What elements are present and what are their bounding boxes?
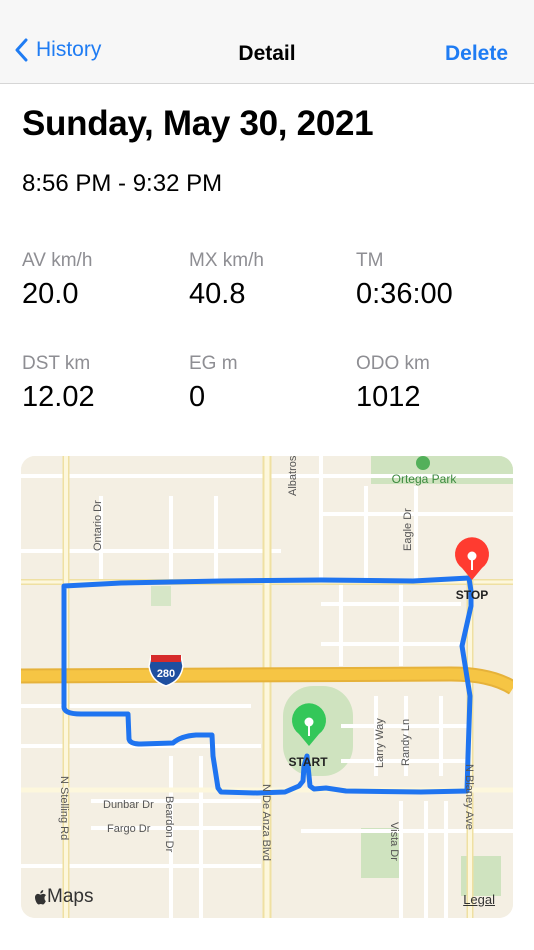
stat-label: DST km — [22, 353, 91, 374]
legal-link[interactable]: Legal — [463, 892, 495, 907]
stat-average-speed: AV km/h 20.0 — [22, 250, 182, 311]
apple-logo-icon — [35, 889, 46, 904]
navigation-bar: History Detail Delete — [0, 0, 534, 84]
stat-value: 12.02 — [22, 381, 95, 413]
street-label: Larry Way — [374, 718, 386, 768]
street-label: Vista Dr — [388, 822, 400, 861]
stat-label: EG m — [189, 353, 238, 374]
street-label: Dunbar Dr — [103, 799, 154, 811]
start-label: START — [288, 755, 328, 769]
stat-value: 0 — [189, 381, 206, 413]
street-label: Beardon Dr — [163, 796, 175, 853]
park-label: Ortega Park — [392, 472, 458, 486]
street-label: Albatross — [287, 456, 299, 496]
stat-odometer: ODO km 1012 — [356, 353, 516, 414]
street-label: Ontario Dr — [92, 500, 104, 551]
stat-label: TM — [356, 250, 384, 271]
ride-time-range: 8:56 PM - 9:32 PM — [22, 170, 223, 197]
stat-max-speed: MX km/h 40.8 — [189, 250, 349, 311]
stat-value: 40.8 — [189, 278, 246, 310]
street-label: Fargo Dr — [107, 823, 151, 835]
delete-button[interactable]: Delete — [445, 42, 508, 66]
stat-label: AV km/h — [22, 250, 93, 271]
stat-label: ODO km — [356, 353, 430, 374]
stat-value: 20.0 — [22, 278, 79, 310]
stat-value: 0:36:00 — [356, 278, 453, 310]
maps-attribution: Maps — [33, 886, 93, 908]
street-label: Eagle Dr — [402, 508, 414, 551]
highway-shield-label: 280 — [157, 668, 175, 680]
stat-elevation-gain: EG m 0 — [189, 353, 349, 414]
stat-label: MX km/h — [189, 250, 264, 271]
route-map[interactable]: 280 Ortega Park Albatross Ontario Dr Eag… — [21, 456, 513, 918]
stat-time: TM 0:36:00 — [356, 250, 516, 311]
stat-value: 1012 — [356, 381, 421, 413]
stat-distance: DST km 12.02 — [22, 353, 182, 414]
street-label: N De Anza Blvd — [260, 784, 272, 861]
street-label: N Stelling Rd — [58, 776, 70, 840]
ride-date: Sunday, May 30, 2021 — [22, 104, 374, 143]
street-label: N Blaney Ave — [463, 764, 475, 830]
maps-attribution-label: Maps — [47, 886, 94, 907]
park-area — [151, 586, 171, 606]
stop-label: STOP — [456, 588, 488, 602]
map-canvas: 280 Ortega Park Albatross Ontario Dr Eag… — [21, 456, 513, 918]
street-label: Randy Ln — [400, 719, 412, 766]
